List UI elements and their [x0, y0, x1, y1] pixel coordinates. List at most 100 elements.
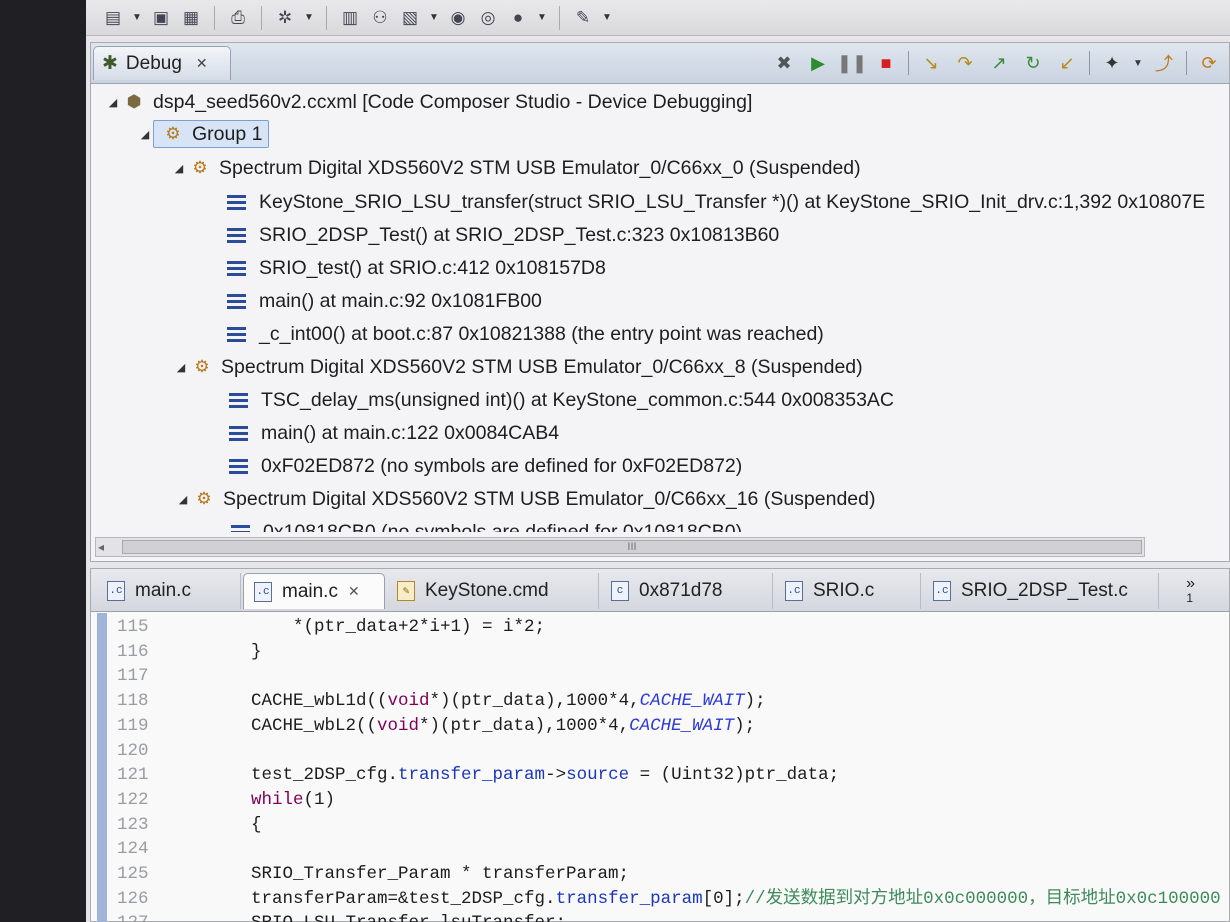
new-dropdown[interactable]: ▼ [130, 5, 144, 31]
bomb-icon[interactable]: ● [505, 5, 531, 31]
line-number: 118 [117, 691, 149, 712]
new-icon[interactable]: ▤ [100, 5, 126, 31]
assembly-step-over-icon[interactable]: ↻ [1019, 49, 1047, 77]
stack-frame-row[interactable]: SRIO_2DSP_Test() at SRIO_2DSP_Test.c:323… [227, 220, 779, 250]
save-all-icon[interactable]: ▦ [178, 5, 204, 31]
collapse-icon[interactable]: ◢ [171, 162, 187, 175]
code-token: CACHE_wbL2(( [251, 715, 378, 736]
toolbar-divider [261, 5, 262, 30]
code-text: transferParam=&test_2DSP_cfg.transfer_pa… [251, 887, 1221, 912]
code-text: } [251, 640, 262, 665]
refresh-icon[interactable]: ⟳ [1195, 49, 1223, 77]
stack-frame-label: 0xF02ED872 (no symbols are defined for 0… [261, 454, 743, 477]
collapse-icon[interactable]: ◢ [105, 96, 121, 109]
stack-frame-row[interactable]: KeyStone_SRIO_LSU_transfer(struct SRIO_L… [227, 187, 1205, 217]
tree-group-row[interactable]: ◢ ⚙ Group 1 [137, 119, 270, 149]
restart-icon[interactable]: ⤴ [1150, 49, 1178, 77]
code-text: CACHE_wbL1d((void*)(ptr_data),1000*4,CAC… [251, 689, 766, 714]
terminate-icon[interactable]: ■ [872, 49, 900, 77]
code-line[interactable]: 126 transferParam=&test_2DSP_cfg.transfer… [91, 887, 1229, 912]
stack-frame-row[interactable]: main() at main.c:122 0x0084CAB4 [229, 418, 559, 448]
breakpoint-off-icon[interactable]: ◎ [475, 5, 501, 31]
horizontal-scrollbar[interactable]: ◂ III [95, 537, 1145, 557]
stack-frame-row[interactable]: SRIO_test() at SRIO.c:412 0x108157D8 [227, 253, 606, 283]
scroll-thumb[interactable]: III [122, 540, 1142, 554]
step-over-icon[interactable]: ↷ [951, 49, 979, 77]
stack-frame-row[interactable]: TSC_delay_ms(unsigned int)() at KeyStone… [229, 385, 894, 415]
code-line[interactable]: 124 [91, 837, 1229, 862]
code-line[interactable]: 127 SRIO_LSU_Transfer lsuTransfer; [91, 911, 1229, 922]
stack-frame-row[interactable]: _c_int00() at boot.c:87 0x10821388 (the … [227, 319, 824, 349]
code-token-mac: CACHE_WAIT [639, 691, 745, 712]
step-return-icon[interactable]: ↗ [985, 49, 1013, 77]
code-token: test_2DSP_cfg. [251, 765, 399, 786]
close-icon[interactable]: ✕ [196, 55, 208, 72]
tree-core-row[interactable]: ◢ ⚙ Spectrum Digital XDS560V2 STM USB Em… [175, 484, 876, 514]
code-text: CACHE_wbL2((void*)(ptr_data),1000*4,CACH… [251, 714, 755, 739]
tab-keystone-cmd[interactable]: ✎ KeyStone.cmd [387, 573, 599, 609]
code-line[interactable]: 116} [91, 640, 1229, 665]
group-label: Group 1 [192, 122, 263, 145]
close-icon[interactable]: ✕ [348, 583, 360, 600]
code-text-area[interactable]: 115 *(ptr_data+2*i+1) = i*2; 116} 117 118 CA… [91, 613, 1229, 922]
save-icon[interactable]: ▣ [148, 5, 174, 31]
stack-frame-row[interactable]: 0x10818CB0 (no symbols are defined for 0… [231, 517, 742, 532]
memory-dropdown[interactable]: ▼ [427, 5, 441, 31]
code-token: SRIO_Transfer_Param * transferParam; [251, 864, 630, 884]
tab-srio-c[interactable]: .c SRIO.c [775, 573, 921, 609]
tab-main-c-2[interactable]: .c main.c ✕ [243, 573, 385, 609]
tab-label: SRIO_2DSP_Test.c [961, 580, 1128, 601]
stack-frame-label: SRIO_test() at SRIO.c:412 0x108157D8 [259, 256, 606, 279]
scroll-left-icon[interactable]: ◂ [98, 538, 104, 556]
debug-dropdown[interactable]: ▼ [302, 5, 316, 31]
pen-dropdown[interactable]: ▼ [600, 5, 614, 31]
breakpoint-icon[interactable]: ◉ [445, 5, 471, 31]
debug-icon[interactable]: ✲ [272, 5, 298, 31]
resume-icon[interactable]: ▶ [804, 49, 832, 77]
tree-core-row[interactable]: ◢ ⚙ Spectrum Digital XDS560V2 STM USB Em… [171, 153, 861, 183]
collapse-icon[interactable]: ◢ [137, 128, 153, 141]
target-config-icon[interactable]: ▥ [337, 5, 363, 31]
code-token-fld: transfer_param [398, 765, 546, 786]
group-node[interactable]: ⚙ Group 1 [153, 120, 270, 148]
code-line[interactable]: 121 test_2DSP_cfg.transfer_param->source … [91, 763, 1229, 788]
reset-dropdown[interactable]: ▼ [1132, 49, 1144, 77]
debug-tree: ◢ ⬢ dsp4_seed560v2.ccxml [Code Composer … [91, 87, 1229, 532]
collapse-icon[interactable]: ◢ [175, 493, 191, 506]
tab-label: KeyStone.cmd [425, 580, 549, 601]
code-line[interactable]: 120 [91, 739, 1229, 764]
code-line[interactable]: 115 *(ptr_data+2*i+1) = i*2; [91, 615, 1229, 640]
code-line[interactable]: 125 SRIO_Transfer_Param * transferParam; [91, 862, 1229, 887]
code-token: SRIO_LSU_Transfer lsuTransfer; [251, 913, 566, 922]
stack-frame-row[interactable]: 0xF02ED872 (no symbols are defined for 0… [229, 451, 742, 481]
assembly-step-into-icon[interactable]: ↙ [1053, 49, 1081, 77]
toolbar-divider [559, 5, 560, 30]
remove-terminated-icon[interactable]: ✖ [770, 49, 798, 77]
code-line[interactable]: 118 CACHE_wbL1d((void*)(ptr_data),1000*4,… [91, 689, 1229, 714]
stack-frame-label: _c_int00() at boot.c:87 0x10821388 (the … [259, 322, 824, 345]
connect-icon[interactable]: ⚇ [367, 5, 393, 31]
code-line[interactable]: 119 CACHE_wbL2((void*)(ptr_data),1000*4,C… [91, 714, 1229, 739]
pen-icon[interactable]: ✎ [570, 5, 596, 31]
code-line[interactable]: 117 [91, 664, 1229, 689]
suspend-icon[interactable]: ❚❚ [837, 49, 867, 77]
tab-srio-2dsp-test-c[interactable]: .c SRIO_2DSP_Test.c [923, 573, 1159, 609]
tab-main-c-1[interactable]: .c main.c [97, 573, 241, 609]
code-line[interactable]: 123 { [91, 813, 1229, 838]
collapse-icon[interactable]: ◢ [173, 361, 189, 374]
step-into-icon[interactable]: ↘ [917, 49, 945, 77]
tab-0x871d78[interactable]: c 0x871d78 [601, 573, 773, 609]
reset-icon[interactable]: ✦ [1098, 49, 1126, 77]
code-token: (1) [303, 789, 336, 810]
memory-icon[interactable]: ▧ [397, 5, 423, 31]
stack-frame-icon [231, 520, 253, 532]
stack-frame-row[interactable]: main() at main.c:92 0x1081FB00 [227, 286, 542, 316]
toolbar-divider [1089, 51, 1090, 75]
tree-root-row[interactable]: ◢ ⬢ dsp4_seed560v2.ccxml [Code Composer … [105, 87, 753, 117]
bomb-dropdown[interactable]: ▼ [535, 5, 549, 31]
code-line[interactable]: 122 while(1) [91, 788, 1229, 813]
print-icon[interactable]: ⎙ [225, 5, 251, 31]
code-token: ); [734, 715, 756, 736]
tree-core-row[interactable]: ◢ ⚙ Spectrum Digital XDS560V2 STM USB Em… [173, 352, 863, 382]
tab-debug[interactable]: ✱ Debug ✕ [93, 46, 231, 80]
